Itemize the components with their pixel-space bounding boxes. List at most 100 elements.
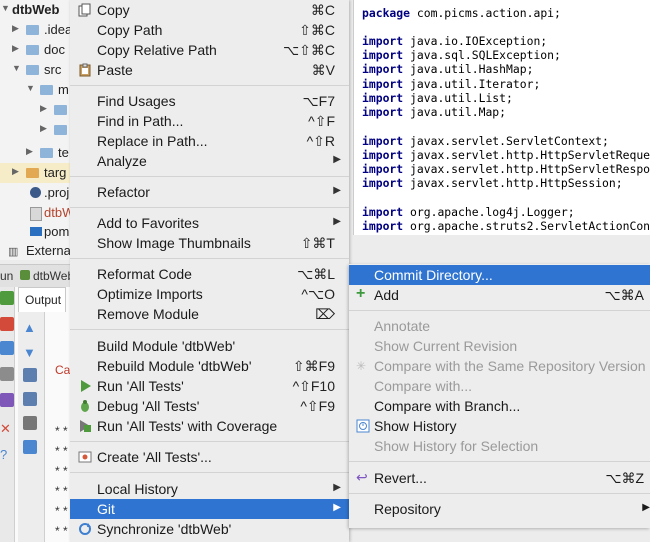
menu-item-find-in-path[interactable]: Find in Path... ^⇧F [70, 111, 349, 131]
tab-output[interactable]: Output [18, 287, 66, 312]
menu-item-label: Copy [97, 2, 130, 18]
menu-item-shortcut: ⇧⌘F9 [292, 358, 335, 374]
submenu-item-show-history-selection[interactable]: Show History for Selection [349, 436, 650, 456]
menu-item-rebuild-module[interactable]: Rebuild Module 'dtbWeb' ⇧⌘F9 [70, 356, 349, 376]
maven-file-icon [30, 227, 42, 236]
submenu-item-compare-same-version[interactable]: ✳ Compare with the Same Repository Versi… [349, 356, 650, 376]
soft-wrap-icon[interactable] [23, 368, 37, 382]
tree-item-label: Externa [26, 243, 71, 258]
submenu-item-compare-with[interactable]: Compare with... [349, 376, 650, 396]
menu-item-label: Analyze [97, 153, 147, 169]
menu-item-copy-relative-path[interactable]: Copy Relative Path ⌥⇧⌘C [70, 40, 349, 60]
submenu-item-repository[interactable]: Repository ▶ [349, 499, 650, 519]
stop-icon[interactable] [0, 317, 14, 331]
tree-item-label: pom [44, 224, 70, 239]
folder-icon [54, 105, 67, 115]
run-config-name[interactable]: dtbWeb [33, 269, 74, 283]
code-line: import javax.servlet.http.HttpServletReq… [362, 148, 650, 162]
menu-separator [70, 329, 349, 330]
synchronize-icon [78, 522, 92, 536]
submenu-item-label: Show Current Revision [374, 338, 518, 354]
menu-item-refactor[interactable]: Refactor ▶ [70, 182, 349, 202]
coverage-icon [78, 419, 92, 433]
submenu-item-compare-with-branch[interactable]: Compare with Branch... [349, 396, 650, 416]
menu-separator [70, 176, 349, 177]
menu-separator [349, 461, 650, 462]
create-test-icon [78, 450, 92, 464]
chevron-down-icon: ▼ [12, 63, 21, 73]
submenu-item-commit-directory[interactable]: Commit Directory... [349, 265, 650, 285]
menu-item-run-all-tests[interactable]: Run 'All Tests' ^⇧F10 [70, 376, 349, 396]
layout-icon[interactable] [0, 367, 14, 381]
menu-item-optimize-imports[interactable]: Optimize Imports ^⌥O [70, 284, 349, 304]
tree-item-label: .proj [44, 185, 70, 200]
tree-item-label: .idea [44, 22, 73, 37]
submenu-arrow-icon: ▶ [333, 502, 341, 513]
refresh-icon[interactable] [0, 341, 14, 355]
console-line: * * [55, 524, 68, 538]
menu-item-debug-all-tests[interactable]: Debug 'All Tests' ^⇧F9 [70, 396, 349, 416]
menu-item-shortcut: ^⌥O [301, 286, 335, 302]
code-line: package com.picms.action.api; [362, 6, 561, 20]
close-icon[interactable]: ✕ [0, 421, 14, 436]
code-editor[interactable]: package com.picms.action.api; import jav… [353, 0, 650, 235]
code-line: import javax.servlet.ServletContext; [362, 134, 609, 148]
menu-item-build-module[interactable]: Build Module 'dtbWeb' [70, 336, 349, 356]
menu-item-replace-in-path[interactable]: Replace in Path... ^⇧R [70, 131, 349, 151]
submenu-item-label: Show History for Selection [374, 438, 539, 454]
chevron-right-icon: ▶ [12, 166, 19, 176]
submenu-arrow-icon: ▶ [333, 154, 341, 165]
revert-icon: ↩ [356, 469, 368, 485]
library-icon: ▥ [8, 246, 19, 258]
folder-icon [26, 45, 39, 55]
menu-item-show-image-thumbnails[interactable]: Show Image Thumbnails ⇧⌘T [70, 233, 349, 253]
tree-item-label: src [44, 62, 62, 77]
menu-item-synchronize[interactable]: Synchronize 'dtbWeb' [70, 519, 349, 539]
tree-item-label: m [58, 82, 69, 97]
code-line: import javax.servlet.http.HttpSession; [362, 176, 623, 190]
menu-item-label: Optimize Imports [97, 286, 203, 302]
clear-all-icon[interactable] [23, 440, 37, 454]
menu-item-shortcut: ⌦ [315, 306, 335, 322]
menu-item-label: Add to Favorites [97, 215, 199, 231]
menu-item-git[interactable]: Git ▶ [70, 499, 349, 519]
rerun-icon[interactable] [0, 291, 14, 305]
menu-item-run-with-coverage[interactable]: Run 'All Tests' with Coverage [70, 416, 349, 436]
submenu-item-show-current-revision[interactable]: Show Current Revision [349, 336, 650, 356]
menu-item-local-history[interactable]: Local History ▶ [70, 479, 349, 499]
settings-icon[interactable] [0, 393, 14, 407]
code-line: import java.util.List; [362, 91, 513, 105]
print-icon[interactable] [23, 416, 37, 430]
menu-item-find-usages[interactable]: Find Usages ⌥F7 [70, 91, 349, 111]
tab-output-label: Output [25, 293, 62, 307]
chevron-down-icon: ▼ [26, 83, 35, 93]
tree-item-label: doc [44, 42, 65, 57]
submenu-item-add[interactable]: + Add ⌥⌘A [349, 285, 650, 305]
project-file-icon [30, 187, 41, 198]
arrow-up-icon[interactable]: ▲ [23, 320, 37, 335]
menu-item-copy-path[interactable]: Copy Path ⇧⌘C [70, 20, 349, 40]
menu-item-label: Remove Module [97, 306, 199, 322]
scroll-to-end-icon[interactable] [23, 392, 37, 406]
menu-item-paste[interactable]: Paste ⌘V [70, 60, 349, 80]
arrow-down-icon[interactable]: ▼ [23, 345, 37, 360]
menu-item-reformat-code[interactable]: Reformat Code ⌥⌘L [70, 264, 349, 284]
menu-item-label: Reformat Code [97, 266, 192, 282]
menu-separator [70, 258, 349, 259]
menu-item-shortcut: ⇧⌘T [300, 235, 335, 251]
code-line: import javax.servlet.http.HttpServletRes… [362, 162, 650, 176]
submenu-item-annotate[interactable]: Annotate [349, 316, 650, 336]
menu-separator [70, 207, 349, 208]
menu-item-shortcut: ^⇧R [306, 133, 335, 149]
menu-separator [349, 310, 650, 311]
menu-item-analyze[interactable]: Analyze ▶ [70, 151, 349, 171]
menu-item-remove-module[interactable]: Remove Module ⌦ [70, 304, 349, 324]
menu-item-shortcut: ⌥F7 [302, 93, 335, 109]
menu-item-add-to-favorites[interactable]: Add to Favorites ▶ [70, 213, 349, 233]
menu-item-copy[interactable]: Copy ⌘C [70, 0, 349, 20]
menu-item-label: Find Usages [97, 93, 176, 109]
help-icon[interactable]: ? [0, 447, 14, 462]
submenu-item-show-history[interactable]: Show History [349, 416, 650, 436]
menu-item-create-all-tests[interactable]: Create 'All Tests'... [70, 447, 349, 467]
submenu-item-revert[interactable]: ↩ Revert... ⌥⌘Z [349, 468, 650, 488]
